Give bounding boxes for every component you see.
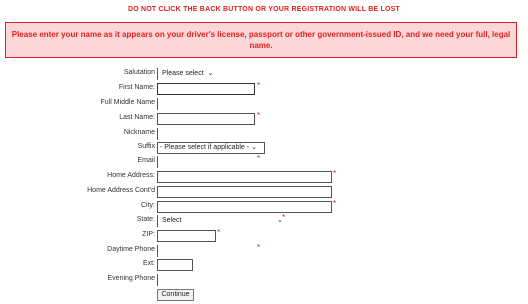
salutation-label: Salutation: [123, 69, 155, 76]
zip-input[interactable]: [157, 230, 216, 242]
middle-name-row: Full Middle Name: [0, 98, 528, 112]
evening-phone-input[interactable]: [157, 274, 255, 286]
email-input[interactable]: [157, 156, 255, 168]
home-address-cont-row: Home Address Cont'd: [0, 186, 528, 200]
middle-name-label: Full Middle Name: [100, 99, 155, 106]
daytime-phone-label: Daytime Phone: [107, 246, 155, 253]
ext-input[interactable]: [157, 259, 193, 271]
city-label: City:: [141, 202, 155, 209]
required-marker: *: [257, 243, 261, 252]
required-marker: *: [257, 154, 261, 163]
back-button-warning: DO NOT CLICK THE BACK BUTTON OR YOUR REG…: [127, 6, 401, 13]
required-marker: *: [257, 111, 261, 120]
home-address-cont-input[interactable]: [157, 186, 332, 198]
suffix-row: Suffix - Please select if applicable - ⌄: [0, 142, 528, 156]
continue-button[interactable]: Continue: [157, 289, 194, 301]
ext-label: Ext:: [142, 260, 155, 267]
nickname-input[interactable]: [157, 128, 255, 140]
email-row: Email *: [0, 154, 528, 170]
suffix-value: - Please select if applicable -: [160, 144, 250, 151]
home-address-input[interactable]: [157, 171, 332, 183]
suffix-select[interactable]: - Please select if applicable - ⌄: [157, 142, 265, 154]
home-address-cont-label: Home Address Cont'd: [87, 187, 155, 194]
required-marker: *: [257, 81, 261, 90]
salutation-value: Please select: [162, 70, 204, 77]
nickname-label: Nickname: [123, 129, 155, 136]
salutation-row: Salutation Please select ⌄: [0, 68, 528, 82]
daytime-phone-input[interactable]: [157, 245, 255, 257]
state-select[interactable]: Select ⌄: [157, 215, 283, 227]
first-name-row: First Name: *: [0, 81, 528, 97]
required-marker: *: [282, 213, 286, 222]
state-label: State:: [136, 216, 155, 223]
home-address-label: Home Address:: [107, 172, 155, 179]
evening-phone-label: Evening Phone: [107, 275, 155, 282]
first-name-input[interactable]: [157, 83, 255, 95]
zip-row: ZIP: *: [0, 228, 528, 244]
required-marker: *: [333, 199, 337, 208]
last-name-row: Last Name: *: [0, 111, 528, 127]
zip-label: ZIP:: [142, 231, 155, 238]
required-marker: *: [217, 228, 221, 237]
evening-phone-row: Evening Phone: [0, 274, 528, 288]
nickname-row: Nickname: [0, 128, 528, 142]
chevron-down-icon: ⌄: [207, 70, 214, 77]
chevron-down-icon: ⌄: [251, 144, 257, 151]
state-row: State: Select ⌄ *: [0, 213, 528, 229]
city-row: City: *: [0, 199, 528, 215]
first-name-label: First Name:: [118, 84, 155, 91]
legal-name-notice: Please enter your name as it appears on …: [5, 22, 517, 58]
middle-name-input[interactable]: [157, 98, 255, 110]
daytime-phone-row: Daytime Phone *: [0, 243, 528, 259]
home-address-row: Home Address: *: [0, 169, 528, 185]
salutation-select[interactable]: Please select ⌄: [157, 68, 227, 80]
city-input[interactable]: [157, 201, 332, 213]
last-name-input[interactable]: [157, 113, 255, 125]
last-name-label: Last Name:: [119, 114, 155, 121]
state-value: Select: [162, 217, 182, 224]
suffix-label: Suffix: [137, 143, 155, 150]
required-marker: *: [333, 169, 337, 178]
ext-row: Ext:: [0, 259, 528, 273]
email-label: Email: [137, 157, 155, 164]
